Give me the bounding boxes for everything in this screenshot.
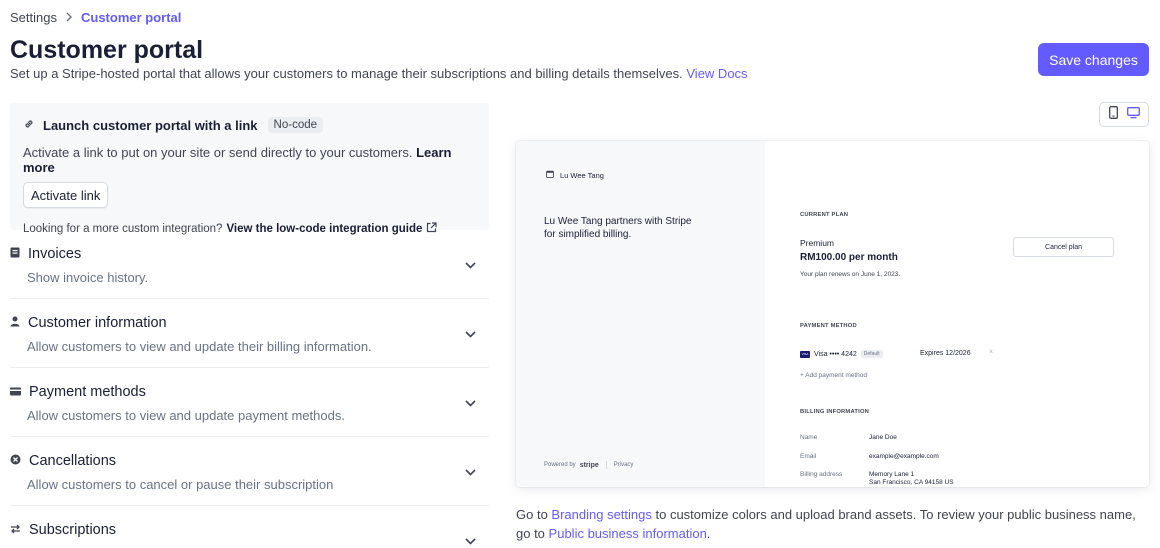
link-icon (23, 118, 35, 133)
no-code-badge: No-code (267, 117, 324, 133)
page-title: Customer portal (10, 36, 204, 64)
page-description-text: Set up a Stripe-hosted portal that allow… (10, 66, 683, 81)
section-subscriptions[interactable]: Subscriptions (10, 506, 489, 548)
section-title-row: Customer information (10, 315, 167, 331)
billing-information-label: BILLING INFORMATION (800, 409, 870, 415)
visa-icon: VISA (800, 350, 810, 358)
cancel-circle-icon (10, 453, 21, 469)
section-title-row: Subscriptions (10, 522, 116, 538)
plan-name: Premium (800, 238, 835, 248)
branding-note-prefix: Go to (516, 507, 548, 522)
billing-key: Email (800, 453, 817, 460)
launch-portal-title: Launch customer portal with a link (43, 117, 258, 133)
powered-by-text: Powered by (544, 462, 576, 468)
public-business-info-link[interactable]: Public business information (549, 526, 707, 541)
section-title-row: Cancellations (10, 453, 116, 469)
branding-settings-link[interactable]: Branding settings (551, 507, 651, 522)
section-description: Allow customers to view and update their… (27, 339, 372, 354)
section-title: Invoices (28, 246, 82, 262)
billing-key: Billing address (800, 471, 843, 478)
section-cancellations[interactable]: Cancellations Allow customers to cancel … (10, 437, 489, 506)
desktop-icon[interactable] (1126, 106, 1140, 124)
remove-card-icon[interactable]: × (989, 349, 993, 356)
branding-note: Go to Branding settings to customize col… (516, 505, 1149, 543)
plan-price: RM100.00 per month (800, 252, 898, 263)
section-title: Payment methods (29, 384, 146, 400)
payment-method-label: PAYMENT METHOD (800, 323, 857, 329)
breadcrumb-settings[interactable]: Settings (10, 10, 57, 25)
swap-icon (10, 522, 21, 538)
card-expiry: Expires 12/2026 (920, 350, 971, 357)
invoice-icon (10, 246, 20, 262)
launch-portal-panel: Launch customer portal with a link No-co… (10, 103, 489, 235)
section-payment-methods[interactable]: Payment methods Allow customers to view … (10, 368, 489, 437)
portal-preview: Lu Wee Tang Lu Wee Tang partners with St… (516, 141, 1149, 487)
section-title: Customer information (28, 315, 167, 331)
chevron-right-icon (65, 10, 73, 25)
billing-row-email: Email example@example.com (800, 453, 939, 461)
current-plan-label: CURRENT PLAN (800, 212, 849, 218)
section-description: Show invoice history. (27, 270, 149, 285)
view-docs-link[interactable]: View Docs (686, 66, 747, 81)
privacy-link[interactable]: Privacy (614, 462, 634, 468)
billing-row-name: Name Jane Doe (800, 434, 897, 442)
chevron-down-icon[interactable] (465, 256, 476, 274)
breadcrumb: Settings Customer portal (10, 10, 181, 25)
add-payment-method-link[interactable]: + Add payment method (800, 372, 867, 379)
branding-note-suffix: . (706, 526, 711, 541)
billing-key: Name (800, 434, 818, 441)
payment-card: VISA Visa •••• 4242 Default (800, 350, 883, 358)
billing-value: Jane Doe (869, 434, 897, 441)
preview-business: Lu Wee Tang (546, 170, 604, 180)
section-description: Allow customers to view and update payme… (27, 408, 345, 423)
chevron-down-icon[interactable] (465, 532, 476, 548)
section-title: Subscriptions (29, 522, 117, 538)
section-title-row: Invoices (10, 246, 81, 262)
preview-sidebar: Lu Wee Tang Lu Wee Tang partners with St… (516, 141, 765, 487)
chevron-down-icon[interactable] (465, 394, 476, 412)
launch-portal-description: Activate a link to put on your site or s… (23, 145, 476, 175)
default-badge: Default (860, 350, 883, 358)
cancel-plan-button[interactable]: Cancel plan (1013, 237, 1114, 257)
address-line-2: San Francisco, CA 94158 US (869, 479, 954, 486)
device-toggle (1099, 102, 1149, 127)
store-icon (546, 170, 554, 180)
chevron-down-icon[interactable] (465, 463, 476, 481)
billing-row-address: Billing address Memory Lane 1 San Franci… (800, 471, 954, 487)
section-title: Cancellations (29, 453, 117, 469)
save-changes-button[interactable]: Save changes (1038, 43, 1149, 76)
person-icon (10, 315, 20, 331)
preview-main: CURRENT PLAN Premium RM100.00 per month … (765, 141, 1149, 487)
mobile-icon[interactable] (1108, 105, 1118, 124)
billing-value: example@example.com (869, 453, 939, 460)
card-number: Visa •••• 4242 (814, 350, 857, 358)
stripe-logo: stripe (579, 461, 599, 469)
activate-link-button[interactable]: Activate link (23, 182, 109, 208)
preview-business-name: Lu Wee Tang (560, 170, 604, 180)
card-icon (10, 384, 21, 400)
divider (605, 461, 607, 469)
launch-description-text: Activate a link to put on your site or s… (23, 145, 413, 160)
billing-value: Memory Lane 1 San Francisco, CA 94158 US (869, 471, 954, 487)
section-description: Allow customers to cancel or pause their… (27, 477, 334, 492)
plan-renewal: Your plan renews on June 1, 2023. (800, 271, 901, 278)
launch-portal-header: Launch customer portal with a link No-co… (23, 117, 476, 133)
preview-powered-by: Powered by stripe Privacy (544, 461, 633, 469)
preview-tagline: Lu Wee Tang partners with Stripe for sim… (544, 216, 692, 240)
section-customer-information[interactable]: Customer information Allow customers to … (10, 299, 489, 368)
chevron-down-icon[interactable] (465, 325, 476, 343)
section-title-row: Payment methods (10, 384, 146, 400)
breadcrumb-current[interactable]: Customer portal (81, 10, 181, 25)
page-description: Set up a Stripe-hosted portal that allow… (10, 66, 748, 81)
section-invoices[interactable]: Invoices Show invoice history. (10, 230, 489, 299)
address-line-1: Memory Lane 1 (869, 471, 915, 478)
